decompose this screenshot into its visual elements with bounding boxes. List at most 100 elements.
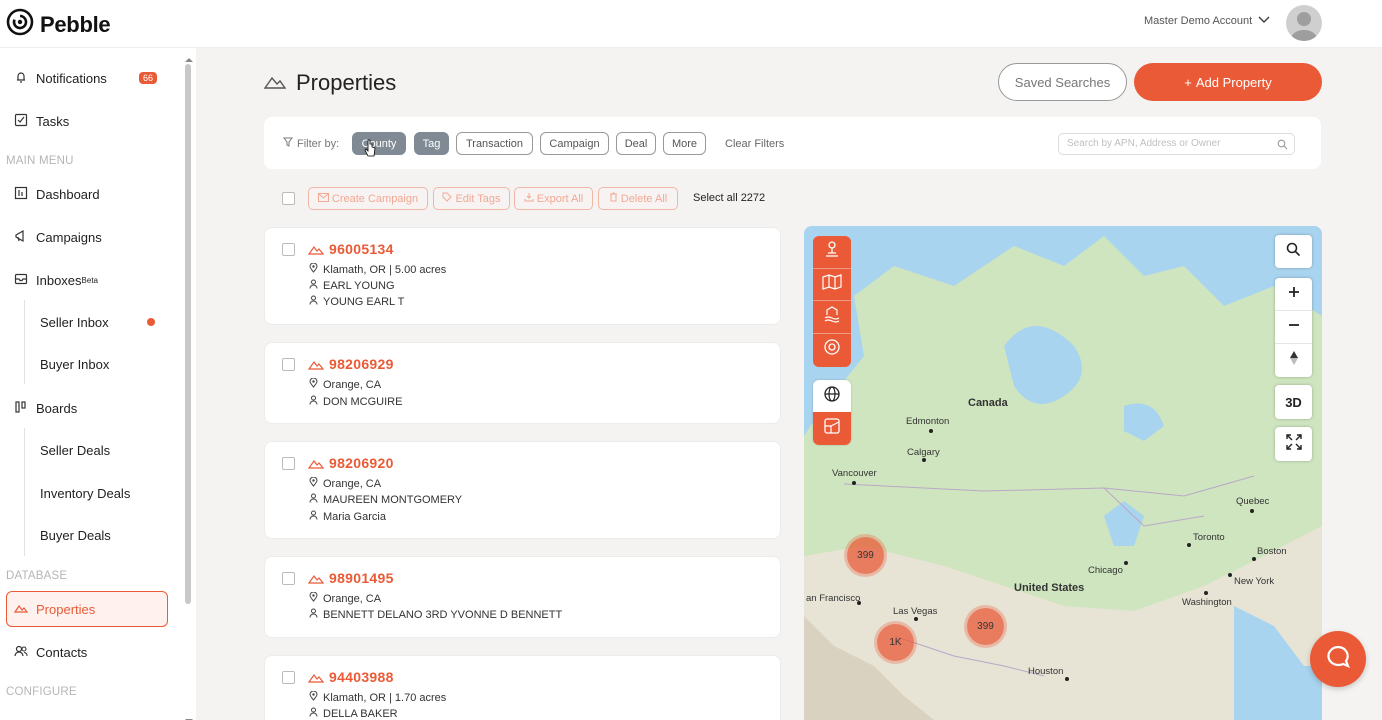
chat-widget-button[interactable] bbox=[1310, 631, 1366, 687]
target-icon bbox=[823, 338, 841, 361]
map-cluster[interactable]: 1K bbox=[877, 624, 914, 661]
account-name: Master Demo Account bbox=[1144, 15, 1253, 27]
sidebar-item-inboxes[interactable]: Inboxes Beta bbox=[14, 272, 98, 289]
city-dot bbox=[857, 601, 861, 605]
property-apn[interactable]: 98206920 bbox=[329, 455, 394, 471]
city-dot bbox=[1187, 543, 1191, 547]
map-globe-button[interactable] bbox=[813, 380, 851, 412]
boards-icon bbox=[14, 400, 28, 417]
owner-text: Maria Garcia bbox=[323, 510, 386, 523]
mouse-cursor-icon bbox=[364, 139, 376, 162]
city-dot bbox=[1228, 573, 1232, 577]
map-search-button[interactable] bbox=[1275, 235, 1312, 268]
filter-chip-county[interactable]: County bbox=[352, 132, 406, 155]
sidebar-item-boards[interactable]: Boards bbox=[14, 400, 77, 417]
map-flood-button[interactable] bbox=[813, 301, 851, 334]
map-person-pin-button[interactable] bbox=[813, 236, 851, 269]
filter-chip-campaign[interactable]: Campaign bbox=[540, 132, 609, 155]
zoom-out-button[interactable] bbox=[1275, 311, 1312, 344]
user-icon bbox=[309, 493, 318, 506]
map-target-button[interactable] bbox=[813, 334, 851, 367]
sidebar-item-inventory-deals[interactable]: Inventory Deals bbox=[40, 486, 130, 501]
sidebar-scroll-thumb[interactable] bbox=[185, 64, 191, 604]
search-input[interactable]: Search by APN, Address or Owner bbox=[1058, 133, 1295, 155]
sidebar-item-campaigns[interactable]: Campaigns bbox=[14, 229, 102, 246]
plus-icon: + bbox=[1184, 74, 1192, 90]
filter-chip-deal[interactable]: Deal bbox=[616, 132, 656, 155]
compass-icon bbox=[1289, 350, 1299, 371]
submenu-line bbox=[24, 428, 25, 556]
logo[interactable]: Pebble bbox=[6, 8, 111, 41]
map-cluster[interactable]: 399 bbox=[847, 537, 884, 574]
pin-icon bbox=[309, 591, 318, 605]
account-switcher[interactable]: Master Demo Account bbox=[1144, 15, 1270, 27]
export-all-button[interactable]: Export All bbox=[514, 187, 593, 210]
property-apn[interactable]: 94403988 bbox=[329, 669, 394, 685]
add-property-label: Add Property bbox=[1195, 74, 1272, 90]
mountain-icon bbox=[13, 601, 29, 618]
property-checkbox[interactable] bbox=[282, 457, 295, 470]
section-database: DATABASE bbox=[6, 570, 68, 582]
sidebar-item-buyer-deals[interactable]: Buyer Deals bbox=[40, 528, 111, 543]
sidebar-item-dashboard[interactable]: Dashboard bbox=[14, 186, 100, 203]
compass-button[interactable] bbox=[1275, 344, 1312, 377]
property-apn[interactable]: 96005134 bbox=[329, 241, 394, 257]
sidebar-item-notifications[interactable]: Notifications bbox=[14, 70, 107, 87]
page-title: Properties bbox=[263, 70, 396, 96]
map-satellite-button[interactable] bbox=[813, 412, 851, 445]
scroll-up-arrow-icon[interactable] bbox=[184, 50, 194, 68]
sidebar-item-seller-inbox[interactable]: Seller Inbox bbox=[40, 315, 109, 330]
sidebar-item-seller-deals[interactable]: Seller Deals bbox=[40, 443, 110, 458]
sidebar-item-tasks[interactable]: Tasks bbox=[14, 113, 69, 130]
chat-bubble-icon bbox=[1325, 644, 1351, 675]
search-icon bbox=[1277, 138, 1288, 158]
pin-icon bbox=[309, 690, 318, 704]
map-label-vancouver: Vancouver bbox=[832, 468, 877, 479]
property-owner: EARL YOUNG bbox=[309, 279, 395, 292]
filter-chip-tag[interactable]: Tag bbox=[414, 132, 449, 155]
owner-text: DON MCGUIRE bbox=[323, 395, 403, 408]
saved-searches-button[interactable]: Saved Searches bbox=[998, 63, 1127, 101]
location-text: Orange, CA bbox=[323, 378, 382, 391]
delete-all-button[interactable]: Delete All bbox=[598, 187, 678, 210]
location-text: Orange, CA bbox=[323, 592, 382, 605]
clear-filters-link[interactable]: Clear Filters bbox=[725, 138, 784, 150]
megaphone-icon bbox=[14, 229, 28, 246]
add-property-button[interactable]: + Add Property bbox=[1134, 63, 1322, 101]
map-label-canada: Canada bbox=[968, 397, 1008, 409]
property-owner: YOUNG EARL T bbox=[309, 295, 404, 308]
owner-text: DELLA BAKER bbox=[323, 707, 398, 720]
create-campaign-button[interactable]: Create Campaign bbox=[308, 187, 428, 210]
map-3d-button[interactable]: 3D bbox=[1275, 385, 1312, 419]
flood-icon bbox=[823, 305, 841, 328]
scroll-down-arrow-icon[interactable] bbox=[184, 711, 194, 720]
property-checkbox[interactable] bbox=[282, 671, 295, 684]
select-all-checkbox[interactable] bbox=[282, 192, 295, 205]
map-label-washington: Washington bbox=[1182, 597, 1232, 608]
property-checkbox[interactable] bbox=[282, 572, 295, 585]
property-apn[interactable]: 98901495 bbox=[329, 570, 394, 586]
sidebar-item-buyer-inbox[interactable]: Buyer Inbox bbox=[40, 357, 109, 372]
select-all-count[interactable]: Select all 2272 bbox=[693, 192, 765, 204]
sidebar-item-contacts[interactable]: Contacts bbox=[14, 644, 87, 661]
filter-chip-more[interactable]: More bbox=[663, 132, 706, 155]
filter-chip-transaction[interactable]: Transaction bbox=[456, 132, 533, 155]
map-fullscreen-button[interactable] bbox=[1275, 427, 1312, 461]
property-location: Klamath, OR | 5.00 acres bbox=[309, 262, 446, 276]
property-apn[interactable]: 98206929 bbox=[329, 356, 394, 372]
mountain-icon bbox=[307, 357, 325, 375]
sidebar-item-properties[interactable]: Properties bbox=[13, 601, 95, 618]
trash-icon bbox=[609, 192, 618, 205]
edit-tags-button[interactable]: Edit Tags bbox=[433, 187, 510, 210]
zoom-in-button[interactable] bbox=[1275, 278, 1312, 311]
property-checkbox[interactable] bbox=[282, 243, 295, 256]
property-checkbox[interactable] bbox=[282, 358, 295, 371]
map-label-houston: Houston bbox=[1028, 666, 1064, 677]
map-label-new-york: New York bbox=[1234, 576, 1275, 587]
map-cluster[interactable]: 399 bbox=[967, 608, 1004, 645]
checkbox-square-icon bbox=[14, 113, 28, 130]
avatar[interactable] bbox=[1286, 5, 1322, 41]
map-book-button[interactable] bbox=[813, 269, 851, 301]
user-icon bbox=[309, 510, 318, 523]
mountain-icon bbox=[263, 70, 287, 96]
